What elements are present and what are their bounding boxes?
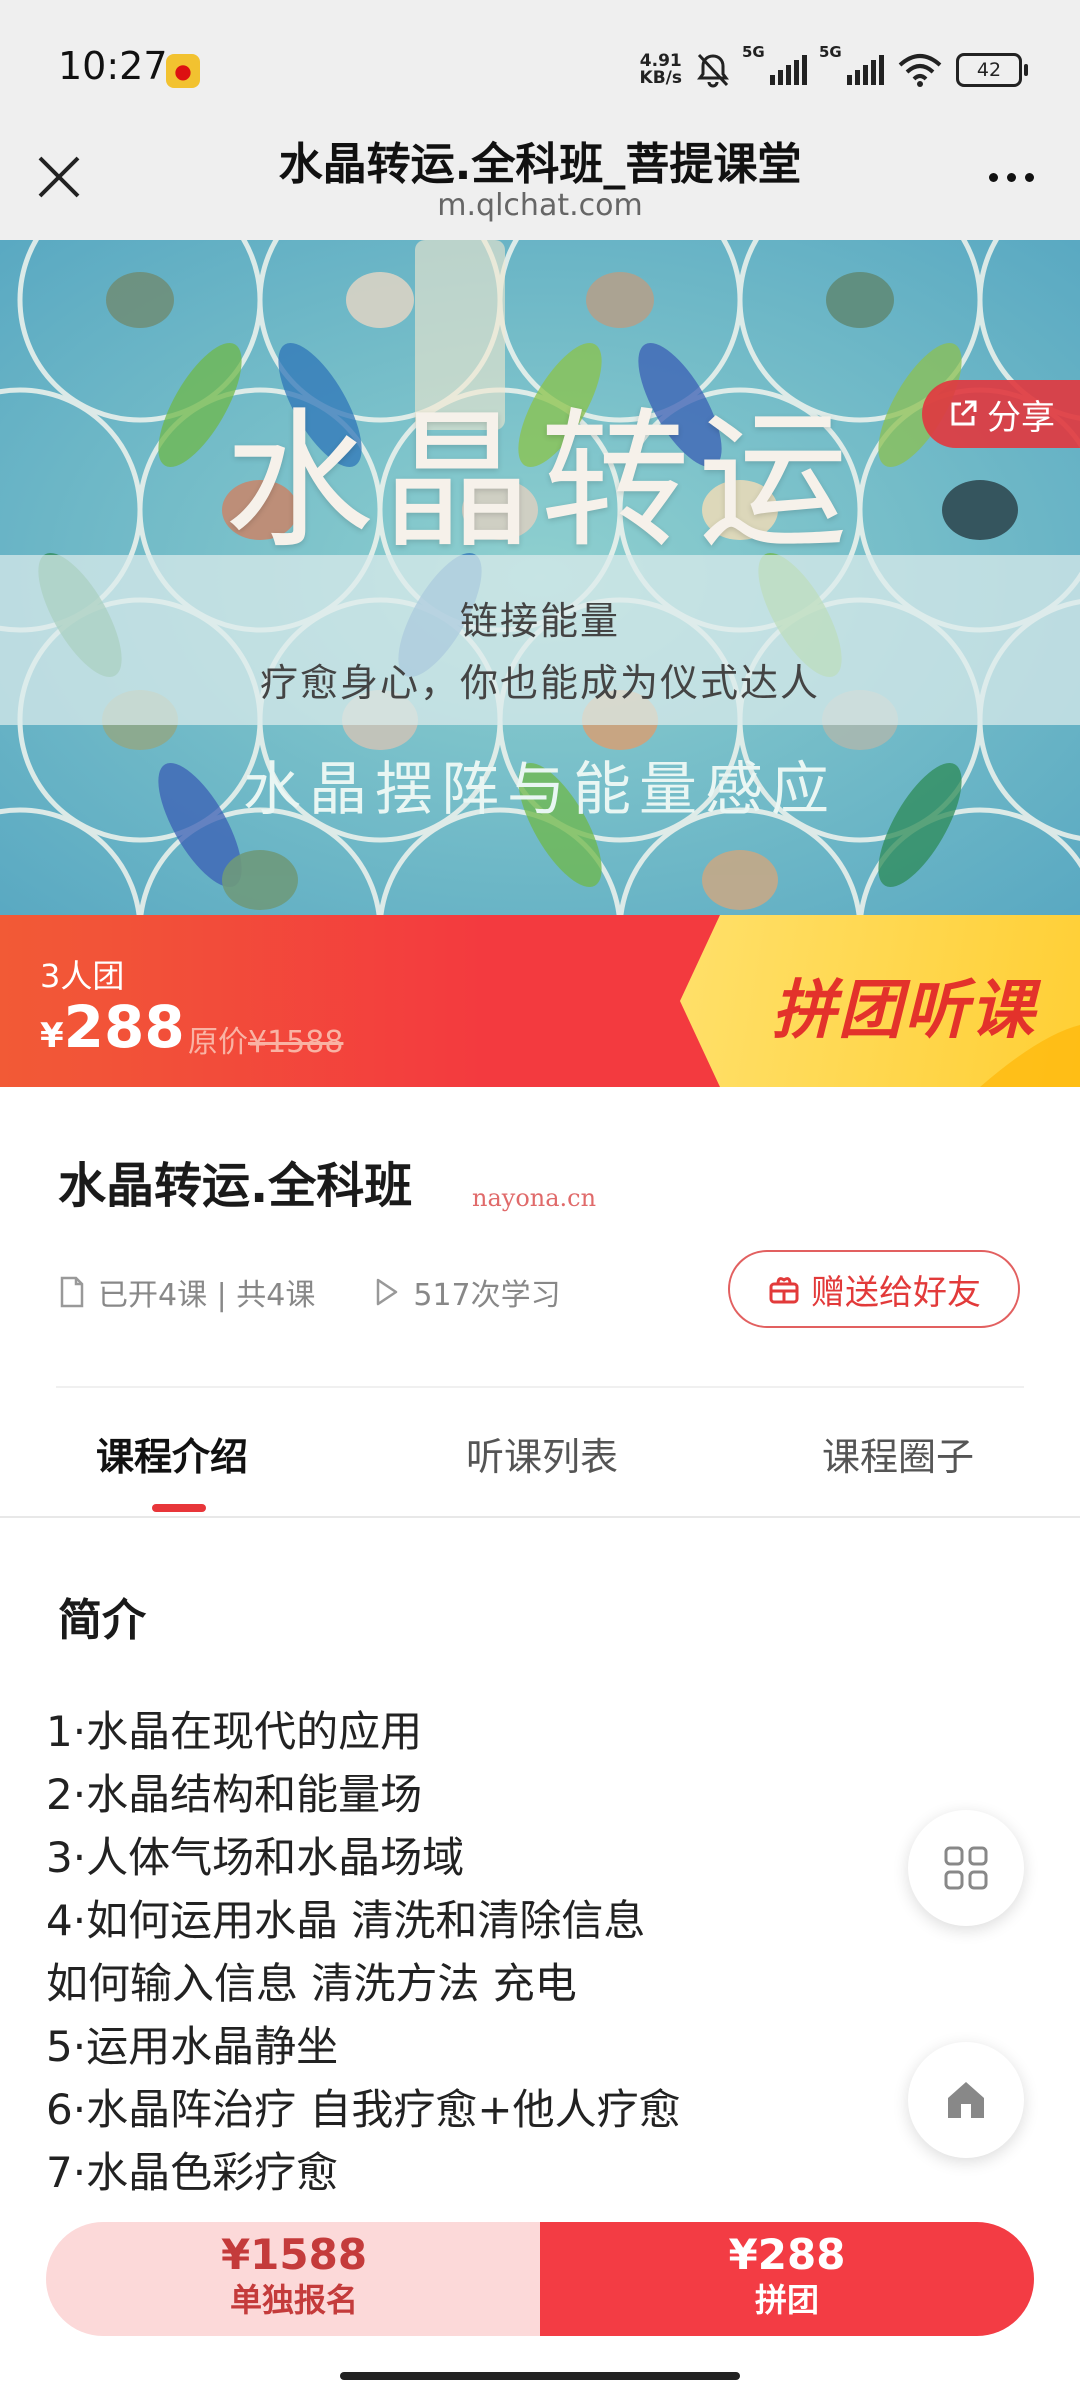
lessons-text: 已开4课 | 共4课	[98, 1278, 316, 1313]
intro-heading: 简介	[58, 1595, 146, 1646]
lessons-count: 已开4课 | 共4课	[58, 1270, 315, 1314]
status-indicators: 4.91 KB/s 5G 5G 42	[640, 43, 1028, 92]
original-price-label: 原价	[188, 1025, 248, 1060]
intro-line: 7·水晶色彩疗愈	[46, 2148, 339, 2197]
network-speed: 4.91 KB/s	[640, 53, 682, 87]
gift-icon	[769, 1277, 799, 1304]
banner-line1: 链接能量	[459, 599, 620, 643]
divider	[56, 1386, 1024, 1388]
intro-list: 1·水晶在现代的应用 2·水晶结构和能量场 3·人体气场和水晶场域 4·如何运用…	[46, 1700, 681, 2204]
wifi-icon	[898, 54, 942, 87]
intro-line: 1·水晶在现代的应用	[46, 1707, 423, 1756]
solo-enroll-button[interactable]: ¥1588 单独报名	[46, 2222, 542, 2336]
banner-title: 水晶转运	[223, 395, 856, 569]
group-listen-label: 拼团听课	[772, 974, 1036, 1048]
intro-line: 如何输入信息 清洗方法 充电	[46, 1959, 577, 2008]
banner-subtitle: 水晶摆阵与能量感应	[242, 755, 837, 823]
status-bar: 10:27 ● 4.91 KB/s 5G 5G 42	[0, 0, 1080, 134]
tabs-border	[0, 1516, 1080, 1518]
home-indicator[interactable]	[340, 2372, 740, 2380]
currency-symbol: ¥	[40, 1016, 64, 1056]
tab-course-intro[interactable]: 课程介绍	[96, 1426, 248, 1481]
group-size-label: 3人团	[40, 957, 125, 995]
home-button[interactable]	[908, 2042, 1024, 2158]
solo-price: ¥1588	[220, 2230, 368, 2279]
intro-line: 3·人体气场和水晶场域	[46, 1833, 465, 1882]
solo-label: 单独报名	[229, 2281, 358, 2319]
group-price: ¥288	[40, 993, 185, 1061]
views-count: 517次学习	[373, 1270, 561, 1314]
document-icon	[60, 1276, 84, 1308]
more-dot-icon	[1024, 172, 1034, 182]
menu-grid-button[interactable]	[908, 1810, 1024, 1926]
group-buy-price: ¥288	[728, 2230, 846, 2279]
signal-sim2-icon: 5G	[819, 43, 884, 85]
more-options-button[interactable]	[976, 152, 1046, 202]
watermark-text: nayona.cn	[472, 1184, 597, 1212]
signal-sim1-icon: 5G	[742, 43, 807, 85]
gift-label: 赠送给好友	[811, 1272, 981, 1313]
group-price-value: 288	[63, 993, 185, 1061]
group-price-strip: 3人团 ¥288 原价¥1588 拼团听课	[0, 915, 1080, 1087]
weibo-notification-icon: ●	[166, 54, 200, 88]
original-price-value: ¥1588	[248, 1025, 344, 1060]
original-price: 原价¥1588	[188, 1017, 343, 1061]
course-title: 水晶转运.全科班	[58, 1158, 413, 1214]
grid-icon	[944, 1846, 988, 1890]
course-meta: 已开4课 | 共4课 517次学习	[58, 1270, 561, 1314]
home-icon	[948, 2082, 984, 2118]
active-tab-indicator	[152, 1504, 206, 1512]
more-dot-icon	[988, 172, 998, 182]
sim2-label: 5G	[819, 43, 842, 61]
network-speed-unit: KB/s	[639, 68, 682, 88]
course-banner: 水晶转运 链接能量 疗愈身心，你也能成为仪式达人 水晶摆阵与能量感应 分享	[0, 240, 1080, 915]
group-buy-label: 拼团	[754, 2281, 819, 2319]
tab-lesson-list[interactable]: 听课列表	[466, 1426, 618, 1481]
title-bar: 水晶转运.全科班_菩提课堂 m.qlchat.com	[0, 122, 1080, 240]
sim1-label: 5G	[742, 43, 765, 61]
page-url: m.qlchat.com	[437, 188, 643, 223]
share-label: 分享	[987, 397, 1055, 438]
share-icon	[951, 400, 977, 426]
course-tabs: 课程介绍 听课列表 课程圈子	[0, 1400, 1080, 1516]
gift-to-friend-button[interactable]: 赠送给好友	[728, 1250, 1020, 1328]
page-title: 水晶转运.全科班_菩提课堂	[278, 139, 802, 190]
share-button[interactable]: 分享	[922, 380, 1080, 448]
battery-icon: 42	[956, 53, 1028, 87]
mute-bell-icon	[697, 53, 729, 88]
group-buy-button[interactable]: ¥288 拼团	[540, 2222, 1034, 2336]
play-icon	[377, 1278, 398, 1306]
banner-line2: 疗愈身心，你也能成为仪式达人	[259, 661, 820, 705]
intro-line: 4·如何运用水晶 清洗和清除信息	[46, 1896, 646, 1945]
intro-line: 6·水晶阵治疗 自我疗愈+他人疗愈	[46, 2085, 681, 2134]
tab-course-circle[interactable]: 课程圈子	[822, 1426, 974, 1481]
intro-line: 2·水晶结构和能量场	[46, 1770, 423, 1819]
status-time: 10:27	[58, 44, 168, 88]
more-dot-icon	[1006, 172, 1016, 182]
views-text: 517次学习	[413, 1278, 561, 1313]
bottom-action-bar: ¥1588 单独报名 ¥288 拼团	[0, 2196, 1080, 2400]
intro-line: 5·运用水晶静坐	[46, 2022, 339, 2071]
